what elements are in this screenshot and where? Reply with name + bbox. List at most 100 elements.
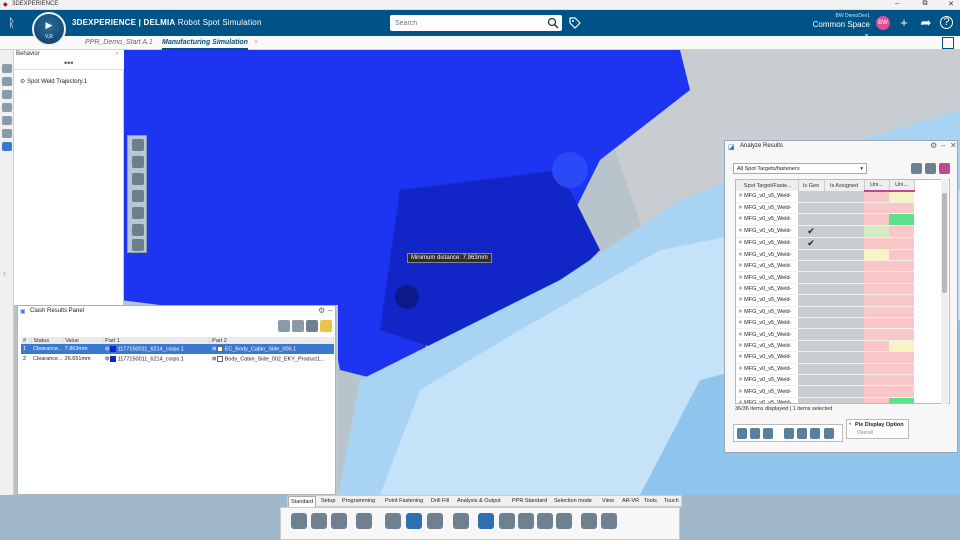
table-icon[interactable] <box>784 428 794 439</box>
minimize-button[interactable]: – <box>890 0 904 7</box>
table-row[interactable]: ✳ MFG_v0_v5_Weld- <box>736 213 914 226</box>
col-header[interactable]: Spot Target/Faste... <box>736 180 799 191</box>
layer-icon[interactable] <box>2 129 12 138</box>
undo-icon[interactable] <box>356 513 372 529</box>
tools-icon[interactable] <box>581 513 597 529</box>
table-row[interactable]: ✳ MFG_v0_v5_Weld- <box>736 271 914 284</box>
more-options-icon[interactable]: ••• <box>64 58 73 68</box>
tab-ppr-standard[interactable]: PPR Standard <box>510 496 549 507</box>
fullscreen-icon[interactable] <box>942 37 954 49</box>
table-row[interactable]: 1 Clearance... 7.963mm ⚙ 1177150011_6214_… <box>21 344 334 354</box>
table-row[interactable]: ✳ MFG_v0_v5_Weld- <box>736 363 914 375</box>
path-icon[interactable] <box>132 224 144 236</box>
paste-icon[interactable] <box>331 513 347 529</box>
table-row[interactable]: ✳ MFG_v0_v5_Weld- <box>736 294 914 307</box>
table-settings-icon[interactable] <box>925 163 936 174</box>
robot-icon[interactable] <box>750 428 760 439</box>
col-header[interactable]: Uni... <box>889 180 915 192</box>
maximize-button[interactable]: ⧉ <box>918 0 932 8</box>
col-header[interactable]: # <box>21 337 32 344</box>
collapse-tree-icon[interactable]: ‹ <box>116 51 118 57</box>
user-space[interactable]: BW DemoDev1 Common Space ⌄ <box>808 13 870 38</box>
minimize-panel-icon[interactable]: – <box>328 306 332 315</box>
refresh-icon[interactable] <box>306 320 318 332</box>
table-row[interactable]: ✳ MFG_v0_v5_Weld- <box>736 374 914 387</box>
collapse-left-icon[interactable]: ‹ <box>3 268 6 278</box>
view-cube-icon[interactable] <box>132 139 144 151</box>
spot-filter-select[interactable]: All Spot Targets/fasteners ▾ <box>733 163 867 174</box>
clash-icon[interactable] <box>478 513 494 529</box>
col-header[interactable]: Part 2 <box>209 337 334 344</box>
tab-programming[interactable]: Programming <box>340 496 377 507</box>
close-window-button[interactable]: ✕ <box>944 0 958 8</box>
check-icon[interactable] <box>810 428 820 439</box>
help-icon[interactable]: ? <box>940 16 953 29</box>
gun-icon[interactable] <box>763 428 773 439</box>
filter-icon[interactable] <box>292 320 304 332</box>
table-row[interactable]: 2 Clearance... 26.651mm ⚙ 1177150011_6214… <box>21 354 334 364</box>
col-header[interactable]: Is Assigned <box>824 180 865 191</box>
settings-gear-icon[interactable]: ⚙ <box>930 141 937 150</box>
play-icon[interactable] <box>824 428 834 439</box>
play-icon[interactable]: ▶ <box>43 20 55 32</box>
table-row[interactable]: ✳ MFG_v0_v5_Weld- <box>736 283 914 296</box>
tab-drill-fill[interactable]: Drill Fill <box>429 496 451 507</box>
table-row[interactable]: ✳ MFG_v0_v5_Weld- <box>736 351 914 364</box>
teach-icon[interactable] <box>132 239 144 251</box>
tree-node-spot-weld-trajectory[interactable]: ⚙ Spot Weld Trajectory.1 <box>20 78 87 85</box>
robot-jog-icon[interactable] <box>132 190 144 202</box>
filter-icon[interactable] <box>911 163 922 174</box>
share-icon[interactable]: ➦ <box>918 15 934 31</box>
add-tab-icon[interactable]: + <box>254 36 258 50</box>
compass-widget[interactable]: ▶ V,R <box>32 12 66 46</box>
close-panel-icon[interactable]: ✕ <box>950 141 957 150</box>
analysis-icon[interactable] <box>427 513 443 529</box>
minimize-panel-icon[interactable]: – <box>941 141 945 150</box>
table-row[interactable]: ✳ MFG_v0_v5_Weld- <box>736 397 914 403</box>
scrollbar-thumb[interactable] <box>942 193 947 293</box>
table-row[interactable]: ✳ MFG_v0_v5_Weld- ✔ <box>736 237 914 250</box>
col-header[interactable]: Uni... <box>864 180 890 192</box>
table-row[interactable]: ✳ MFG_v0_v5_Weld- <box>736 260 914 273</box>
cut-icon[interactable] <box>291 513 307 529</box>
table-row[interactable]: ✳ MFG_v0_v5_Weld- <box>736 191 914 203</box>
tag-icon[interactable] <box>568 16 582 30</box>
col-header[interactable]: Is Geo <box>798 180 825 191</box>
tab-ar-vr[interactable]: AR-VR <box>620 496 641 507</box>
simulate-icon[interactable] <box>385 513 401 529</box>
structure-icon[interactable] <box>453 513 469 529</box>
tab-touch[interactable]: Touch <box>662 496 681 507</box>
document-icon[interactable] <box>601 513 617 529</box>
behavior-icon[interactable] <box>2 142 12 151</box>
tree-icon[interactable] <box>2 64 12 73</box>
robot-icon[interactable] <box>2 77 12 86</box>
search-input[interactable] <box>390 15 540 31</box>
assign-icon[interactable] <box>737 428 747 439</box>
col-header[interactable]: Part 1 <box>102 337 211 344</box>
distance-icon[interactable] <box>537 513 553 529</box>
tab-view[interactable]: View <box>600 496 616 507</box>
col-header[interactable]: Status <box>31 337 64 344</box>
export-icon[interactable] <box>320 320 332 332</box>
search-icon[interactable] <box>547 17 559 29</box>
process-icon[interactable] <box>2 116 12 125</box>
settings-gear-icon[interactable]: ⚙ <box>318 306 325 315</box>
tab-ppr-demo[interactable]: PPR_Demo_Start A.1 <box>85 36 153 50</box>
move-icon[interactable] <box>132 173 144 185</box>
tab-point-fastening[interactable]: Point Fastening <box>383 496 425 507</box>
measure-icon[interactable] <box>499 513 515 529</box>
avatar[interactable]: BW <box>876 16 890 30</box>
tab-setup[interactable]: Setup <box>319 496 337 507</box>
table-row[interactable]: ✳ MFG_v0_v5_Weld- <box>736 306 914 319</box>
report-icon[interactable] <box>556 513 572 529</box>
add-icon[interactable]: + <box>896 15 912 31</box>
scrollbar[interactable] <box>941 179 948 404</box>
col-header[interactable]: Value <box>62 337 104 344</box>
table-row[interactable]: ✳ MFG_v0_v5_Weld- <box>736 202 914 215</box>
rotate-icon[interactable] <box>132 156 144 168</box>
report-icon[interactable] <box>797 428 807 439</box>
table-row[interactable]: ✳ MFG_v0_v5_Weld- ✔ <box>736 225 914 238</box>
reach-icon[interactable] <box>132 207 144 219</box>
table-row[interactable]: ✳ MFG_v0_v5_Weld- <box>736 340 914 353</box>
table-row[interactable]: ✳ MFG_v0_v5_Weld- <box>736 385 914 398</box>
